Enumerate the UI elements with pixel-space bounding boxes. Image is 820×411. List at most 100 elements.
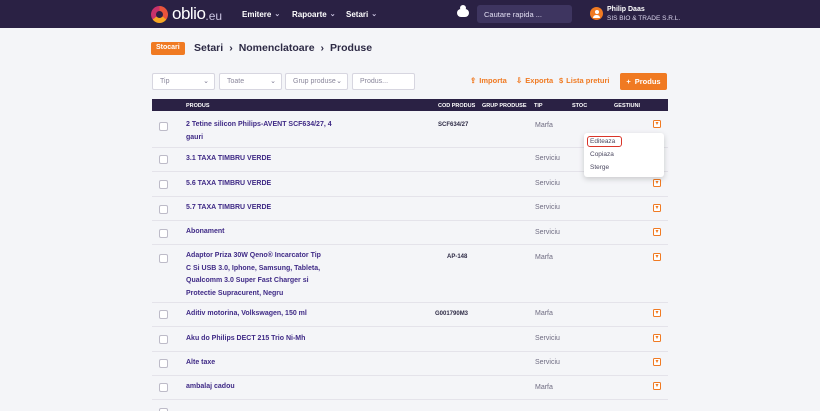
logo-tld: .eu xyxy=(205,9,223,23)
menu-setari[interactable]: Setari ⌄ xyxy=(346,0,377,28)
row-checkbox[interactable] xyxy=(159,155,168,164)
chevron-down-icon: ⌄ xyxy=(371,11,378,18)
stocari-badge[interactable]: Stocari xyxy=(151,42,185,55)
product-type: Serviciu xyxy=(535,204,560,211)
breadcrumb-nomenclatoare[interactable]: Nomenclatoare xyxy=(239,42,315,54)
row-checkbox[interactable] xyxy=(159,122,168,131)
breadcrumb: Setari › Nomenclatoare › Produse xyxy=(194,42,372,54)
product-name-link[interactable]: 3.1 TAXA TIMBRU VERDE xyxy=(186,153,336,166)
row-checkbox[interactable] xyxy=(159,254,168,263)
product-name-link[interactable]: 5.7 TAXA TIMBRU VERDE xyxy=(186,202,336,215)
price-list-button[interactable]: $ Lista preturi xyxy=(559,76,610,85)
page-title: Produse xyxy=(330,42,373,54)
menu-label: Emitere xyxy=(242,9,272,19)
table-header: PRODUS COD PRODUS GRUP PRODUSE TIP STOC … xyxy=(152,99,668,111)
filter-tip-select[interactable]: Tip ⌄ xyxy=(152,73,215,90)
row-actions-button[interactable]: ▾ xyxy=(653,253,661,261)
product-type: Marfa xyxy=(535,122,553,129)
product-search-input[interactable]: Produs... xyxy=(352,73,415,90)
user-name[interactable]: Philip Daas xyxy=(607,6,645,13)
row-actions-button[interactable]: ▾ xyxy=(653,334,661,342)
cloud-icon[interactable] xyxy=(457,5,469,17)
filter-tip-value: Tip xyxy=(160,78,170,85)
row-checkbox[interactable] xyxy=(159,335,168,344)
row-checkbox[interactable] xyxy=(159,229,168,238)
product-name-link[interactable]: ambalaj cadou xyxy=(186,381,336,394)
import-button[interactable]: ⇪ Importa xyxy=(470,76,507,85)
chevron-down-icon: ⌄ xyxy=(270,78,276,85)
table-row[interactable]: Aku do Philips DECT 215 Trio Ni-Mh Servi… xyxy=(152,327,668,352)
import-label: Importa xyxy=(479,76,507,85)
product-name-link[interactable]: Alte taxe xyxy=(186,357,336,370)
row-checkbox[interactable] xyxy=(159,383,168,392)
menu-item-editeaza[interactable]: Editeaza xyxy=(590,138,615,145)
menu-item-sterge[interactable]: Sterge xyxy=(590,164,609,171)
row-actions-button[interactable]: ▾ xyxy=(653,179,661,187)
product-type: Marfa xyxy=(535,254,553,261)
product-type: Serviciu xyxy=(535,359,560,366)
download-icon: ⇩ xyxy=(516,76,523,85)
chevron-down-icon: ⌄ xyxy=(274,11,281,18)
user-company: SIS BIO & TRADE S.R.L. xyxy=(607,15,681,22)
filter-toate-value: Toate xyxy=(227,78,245,85)
price-list-label: Lista preturi xyxy=(566,76,610,85)
row-actions-button[interactable]: ▾ xyxy=(653,358,661,366)
product-type: Marfa xyxy=(535,384,553,391)
col-gestiuni[interactable]: GESTIUNI xyxy=(614,103,640,109)
quick-search-input[interactable]: Cautare rapida ... xyxy=(477,5,572,23)
product-code: SCF634/27 xyxy=(438,122,469,128)
row-actions-menu: Editeaza Copiaza Sterge xyxy=(584,133,664,177)
product-type: Serviciu xyxy=(535,155,560,162)
table-row[interactable]: ambalaj cadou Marfa ▾ xyxy=(152,376,668,400)
user-avatar-icon[interactable] xyxy=(590,7,603,20)
table-row[interactable]: Adaptor Priza 30W Qeno® Incarcator Tip C… xyxy=(152,245,668,303)
filter-grup-value: Grup produse xyxy=(293,78,336,85)
breadcrumb-setari[interactable]: Setari xyxy=(194,42,223,54)
col-cod-produs[interactable]: COD PRODUS xyxy=(438,103,475,109)
row-actions-button[interactable]: ▾ xyxy=(653,309,661,317)
add-product-button[interactable]: + Produs xyxy=(620,73,667,90)
row-checkbox[interactable] xyxy=(159,180,168,189)
row-checkbox[interactable] xyxy=(159,205,168,214)
chevron-down-icon: ⌄ xyxy=(336,78,342,85)
table-row[interactable]: Aditiv motorina, Volkswagen, 150 ml G001… xyxy=(152,303,668,327)
menu-item-copiaza[interactable]: Copiaza xyxy=(590,151,614,158)
menu-label: Setari xyxy=(346,9,369,19)
product-type: Serviciu xyxy=(535,180,560,187)
filter-toate-select[interactable]: Toate ⌄ xyxy=(219,73,282,90)
product-type: Serviciu xyxy=(535,229,560,236)
row-actions-button[interactable]: ▾ xyxy=(653,228,661,236)
product-name-link[interactable]: Adaptor Priza 30W Qeno® Incarcator Tip C… xyxy=(186,250,326,300)
row-checkbox[interactable] xyxy=(159,310,168,319)
product-name-link[interactable]: 2 Tetine silicon Philips-AVENT SCF634/27… xyxy=(186,119,336,144)
currency-icon: $ xyxy=(559,76,564,85)
export-button[interactable]: ⇩ Exporta xyxy=(516,76,553,85)
table-row[interactable]: Abonament Serviciu ▾ xyxy=(152,221,668,245)
row-checkbox[interactable] xyxy=(159,359,168,368)
product-name-link[interactable]: Abonament xyxy=(186,226,336,239)
col-grup-produse[interactable]: GRUP PRODUSE xyxy=(482,103,527,109)
col-produs[interactable]: PRODUS xyxy=(186,103,210,109)
product-code: AP-148 xyxy=(447,254,468,260)
add-product-label: Produs xyxy=(634,77,661,86)
col-stoc[interactable]: STOC xyxy=(572,103,587,109)
row-actions-button[interactable]: ▾ xyxy=(653,382,661,390)
table-row[interactable]: Alte taxe Serviciu ▾ xyxy=(152,352,668,376)
product-name-link[interactable]: 5.6 TAXA TIMBRU VERDE xyxy=(186,178,336,191)
logo-text: oblio xyxy=(172,4,206,23)
row-actions-button[interactable]: ▾ xyxy=(653,204,661,212)
menu-rapoarte[interactable]: Rapoarte ⌄ xyxy=(292,0,336,28)
filter-grup-select[interactable]: Grup produse ⌄ xyxy=(285,73,348,90)
product-code: G001790M3 xyxy=(435,311,469,317)
logo-mark-icon xyxy=(151,5,168,23)
table-row[interactable] xyxy=(152,400,668,411)
table-row[interactable]: 5.7 TAXA TIMBRU VERDE Serviciu ▾ xyxy=(152,197,668,221)
oblio-logo[interactable]: oblio .eu xyxy=(151,4,223,23)
col-tip[interactable]: TIP xyxy=(534,103,543,109)
product-type: Marfa xyxy=(535,310,553,317)
product-name-link[interactable]: Aditiv motorina, Volkswagen, 150 ml xyxy=(186,308,336,321)
row-actions-button[interactable]: ▾ xyxy=(653,120,661,128)
menu-emitere[interactable]: Emitere ⌄ xyxy=(242,0,280,28)
product-name-link[interactable]: Aku do Philips DECT 215 Trio Ni-Mh xyxy=(186,333,336,346)
product-search-placeholder: Produs... xyxy=(360,78,389,85)
